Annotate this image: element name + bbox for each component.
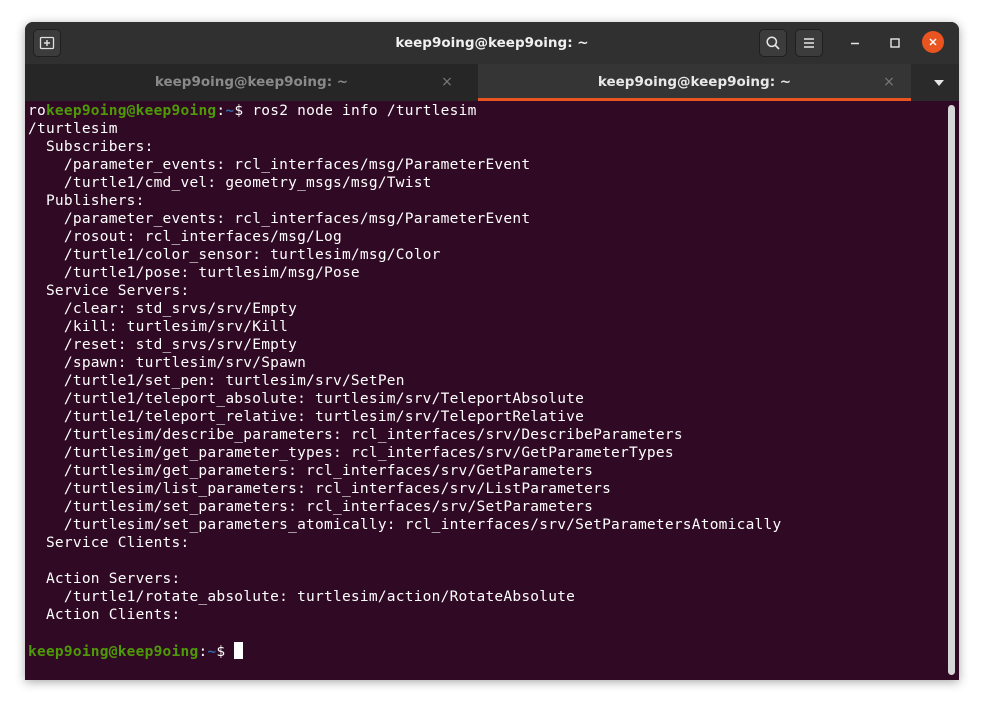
tab-label: keep9oing@keep9oing: ~ — [154, 74, 349, 90]
close-button[interactable] — [922, 31, 944, 53]
output-line: /reset: std_srvs/srv/Empty — [28, 337, 298, 353]
tab-close-button[interactable]: × — [881, 74, 897, 90]
prompt-user: keep9oing@keep9oing — [28, 644, 199, 660]
vertical-scrollbar[interactable] — [945, 101, 959, 680]
output-line: Action Servers: — [28, 571, 181, 587]
tab-bar: keep9oing@keep9oing: ~ × keep9oing@keep9… — [25, 64, 959, 101]
output-line: /spawn: turtlesim/srv/Spawn — [28, 355, 307, 371]
output-line: /turtle1/cmd_vel: geometry_msgs/msg/Twis… — [28, 175, 432, 191]
maximize-button[interactable] — [881, 29, 909, 57]
output-line: /turtle1/pose: turtlesim/msg/Pose — [28, 265, 360, 281]
command-prefix: ro — [28, 103, 46, 119]
scrollbar-thumb[interactable] — [948, 105, 955, 675]
hamburger-menu-icon — [804, 38, 814, 48]
output-line: /turtlesim/describe_parameters: rcl_inte… — [28, 427, 683, 443]
search-button[interactable] — [759, 29, 787, 57]
command-text: ros2 node info /turtlesim — [252, 103, 477, 119]
output-line: Service Clients: — [28, 535, 190, 551]
prompt-symbol: $ — [234, 103, 253, 119]
output-line: /turtlesim/get_parameter_types: rcl_inte… — [28, 445, 674, 461]
output-line: /turtlesim — [28, 121, 118, 137]
minimize-button[interactable] — [841, 29, 869, 57]
tab-label: keep9oing@keep9oing: ~ — [597, 74, 792, 90]
output-line: /parameter_events: rcl_interfaces/msg/Pa… — [28, 211, 531, 227]
text-cursor — [234, 642, 244, 659]
title-bar[interactable]: keep9oing@keep9oing: ~ — [25, 22, 959, 64]
tabs-dropdown-button[interactable] — [931, 75, 947, 89]
prompt-path: ~ — [225, 103, 235, 119]
output-line: /turtlesim/list_parameters: rcl_interfac… — [28, 481, 612, 497]
tab-2-active[interactable]: keep9oing@keep9oing: ~ × — [478, 64, 911, 101]
tab-1[interactable]: keep9oing@keep9oing: ~ × — [25, 64, 478, 101]
command-line: rokeep9oing@keep9oing:~$ ros2 node info … — [28, 102, 477, 120]
chevron-down-icon — [934, 80, 944, 86]
output-line: /turtle1/rotate_absolute: turtlesim/acti… — [28, 589, 576, 605]
output-line: Publishers: — [28, 193, 145, 209]
output-line: /parameter_events: rcl_interfaces/msg/Pa… — [28, 157, 531, 173]
close-icon — [929, 38, 937, 46]
prompt-user: keep9oing@keep9oing — [45, 103, 217, 119]
minimize-icon — [851, 42, 859, 45]
output-line: /turtle1/teleport_relative: turtlesim/sr… — [28, 409, 585, 425]
output-line: /rosout: rcl_interfaces/msg/Log — [28, 229, 342, 245]
current-prompt-line[interactable]: keep9oing@keep9oing:~$ — [28, 642, 244, 660]
search-icon — [766, 36, 780, 50]
output-line: /turtlesim/set_parameters_atomically: rc… — [28, 517, 782, 533]
output-line: /turtlesim/get_parameters: rcl_interface… — [28, 463, 594, 479]
output-line: /turtlesim/set_parameters: rcl_interface… — [28, 499, 594, 515]
maximize-icon — [890, 38, 900, 48]
output-line: /turtle1/set_pen: turtlesim/srv/SetPen — [28, 373, 405, 389]
terminal-window: keep9oing@keep9oing: ~ keep9oing@keep9oi… — [25, 22, 959, 680]
output-line: Action Clients: — [28, 607, 181, 623]
output-line: Service Servers: — [28, 283, 190, 299]
output-line: /clear: std_srvs/srv/Empty — [28, 301, 298, 317]
output-line: Subscribers: — [28, 139, 154, 155]
output-line: /turtle1/teleport_absolute: turtlesim/sr… — [28, 391, 585, 407]
terminal-output[interactable]: ro keep9oing@keep9oing:~$ ros2 node info … — [25, 101, 945, 680]
output-line: /turtle1/color_sensor: turtlesim/msg/Col… — [28, 247, 441, 263]
menu-button[interactable] — [795, 29, 823, 57]
prompt-symbol: $ — [216, 644, 235, 660]
output-line: /kill: turtlesim/srv/Kill — [28, 319, 289, 335]
tab-close-button[interactable]: × — [439, 74, 455, 90]
